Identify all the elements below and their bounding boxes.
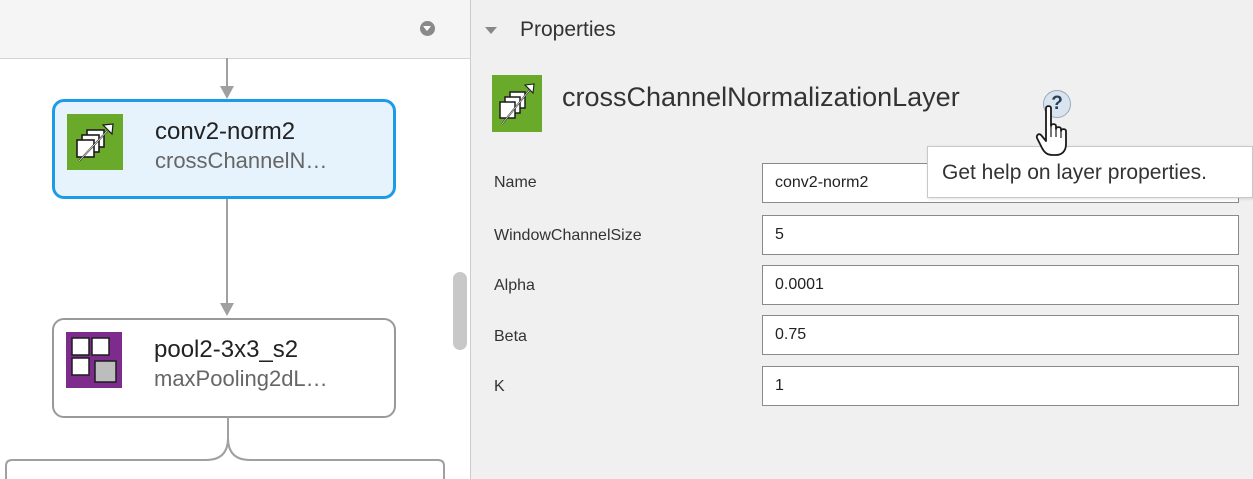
field-label-beta: Beta bbox=[494, 328, 527, 345]
window-channel-size-field[interactable] bbox=[762, 215, 1239, 255]
properties-header[interactable]: Properties bbox=[520, 18, 616, 42]
beta-field[interactable] bbox=[762, 315, 1239, 355]
field-label-k: K bbox=[494, 378, 505, 395]
max-pooling-icon bbox=[66, 332, 122, 388]
layer-type-title: crossChannelNormalizationLayer bbox=[562, 82, 960, 112]
hand-pointer-icon bbox=[1035, 105, 1067, 156]
alpha-field[interactable] bbox=[762, 265, 1239, 305]
layer-node-type: crossChannelN… bbox=[155, 148, 328, 173]
layer-node-name: pool2-3x3_s2 bbox=[154, 336, 299, 363]
layer-node-conv2-norm2[interactable]: conv2-norm2 crossChannelN… bbox=[52, 99, 396, 199]
field-label-name: Name bbox=[494, 174, 537, 191]
layer-node-pool2-3x3_s2[interactable]: pool2-3x3_s2 maxPooling2dL… bbox=[52, 318, 396, 418]
field-label-alpha: Alpha bbox=[494, 277, 535, 294]
collapse-triangle-icon[interactable] bbox=[485, 27, 497, 34]
field-label-window-channel-size: WindowChannelSize bbox=[494, 227, 642, 244]
arrow-down-icon bbox=[220, 86, 234, 99]
branch-connector bbox=[5, 416, 445, 479]
pane-divider[interactable] bbox=[470, 0, 471, 479]
connection-line bbox=[226, 58, 228, 88]
k-field[interactable] bbox=[762, 366, 1239, 406]
layer-node-type: maxPooling2dL… bbox=[154, 366, 328, 391]
canvas-toolbar bbox=[0, 0, 470, 59]
layer-node-name: conv2-norm2 bbox=[155, 118, 296, 145]
canvas-options-icon[interactable] bbox=[420, 21, 435, 36]
help-tooltip: Get help on layer properties. bbox=[927, 146, 1253, 198]
connection-line bbox=[226, 199, 228, 306]
cross-channel-normalization-icon bbox=[67, 114, 123, 170]
arrow-down-icon bbox=[220, 303, 234, 316]
cross-channel-normalization-icon bbox=[492, 75, 542, 132]
canvas-scrollbar[interactable] bbox=[453, 272, 467, 350]
